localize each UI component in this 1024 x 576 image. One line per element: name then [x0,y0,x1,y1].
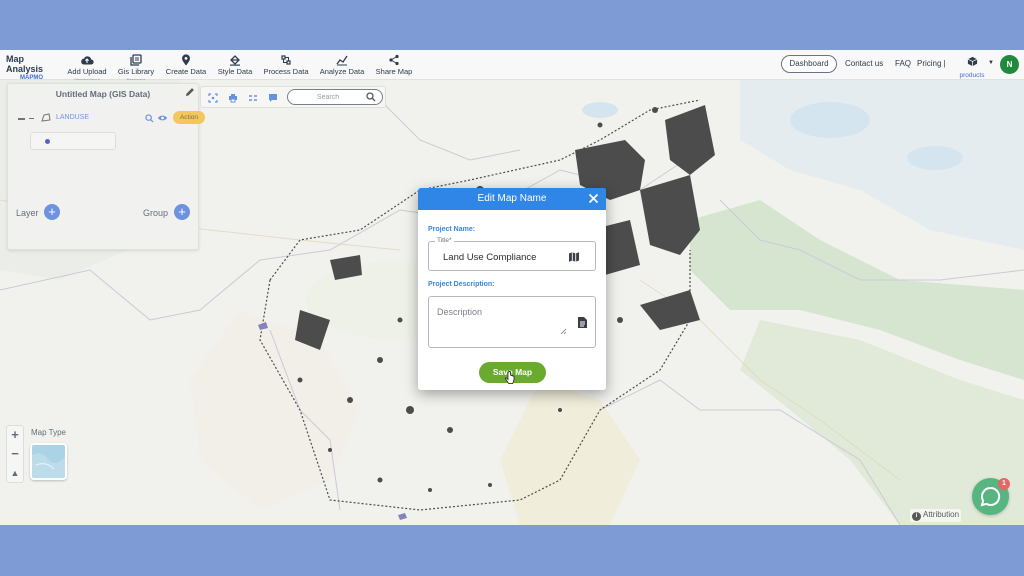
chevron-down-icon[interactable]: ▼ [988,60,994,66]
style-data-label: Style Data [217,67,253,76]
process-data-button[interactable]: Process Data [261,53,311,79]
analyze-icon [336,55,348,66]
brand-title: Map Analysis [6,54,44,74]
project-description-label: Project Description: [428,281,495,288]
create-data-button[interactable]: Create Data [163,53,209,79]
cube-icon [967,56,977,67]
products-label: products [959,72,985,79]
style-data-button[interactable]: Style Data [214,53,256,79]
share-map-button[interactable]: Share Map [373,53,415,79]
mouse-cursor-icon [505,371,515,384]
process-data-label: Process Data [263,67,309,76]
title-input[interactable] [443,251,568,263]
share-map-label: Share Map [375,67,413,76]
create-data-label: Create Data [165,67,207,76]
map-icon [569,252,579,262]
library-icon [130,54,142,66]
edit-map-name-dialog: Edit Map Name Project Name: Title* Proje… [418,188,606,390]
dialog-header: Edit Map Name [418,188,606,210]
share-icon [389,54,399,66]
title-field[interactable]: Title* [428,237,596,271]
paint-bucket-icon [230,55,240,66]
products-menu[interactable]: products [955,54,989,79]
add-upload-button[interactable]: Add Upload Mapping/Input [64,53,110,82]
contact-us-link[interactable]: Contact us [845,59,883,68]
close-icon[interactable] [588,193,599,204]
description-input[interactable] [437,307,565,337]
document-icon [578,317,587,328]
analyze-data-label: Analyze Data [319,67,365,76]
location-pin-icon [182,54,190,66]
pricing-link[interactable]: Pricing | [917,59,946,68]
project-name-label: Project Name: [428,226,476,233]
user-avatar[interactable]: N [1000,55,1019,74]
top-toolbar: Map Analysis MAPMO Add Upload Mapping/In… [0,50,1024,82]
dashboard-button[interactable]: Dashboard [781,55,837,73]
faq-link[interactable]: FAQ [895,59,911,68]
resize-handle-icon[interactable] [560,328,567,335]
gis-library-button[interactable]: Gis Library Basemaps [115,53,157,82]
analyze-data-button[interactable]: Analyze Data [316,53,368,79]
cloud-upload-icon [81,56,94,65]
add-upload-label: Add Upload [67,67,107,76]
brand-logo[interactable]: Map Analysis MAPMO [6,54,62,81]
gis-library-label: Gis Library [117,67,155,76]
dialog-title: Edit Map Name [477,193,547,204]
description-field[interactable] [428,296,596,348]
title-field-label: Title* [435,237,454,244]
process-icon [281,55,291,65]
